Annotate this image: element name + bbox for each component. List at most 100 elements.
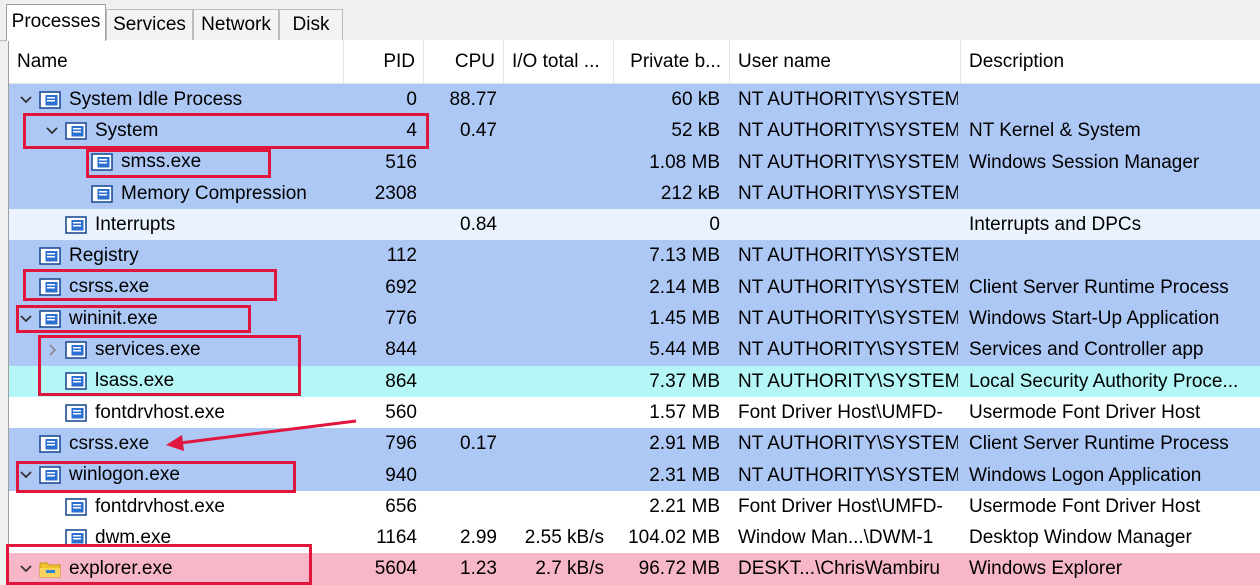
private-bytes-cell: 5.44 MB [649, 339, 720, 361]
cpu-cell: 0.84 [460, 214, 497, 236]
chevron-down-icon[interactable] [19, 312, 33, 326]
description-cell: Client Server Runtime Process [969, 276, 1229, 298]
user-name-cell: NT AUTHORITY\SYSTEM [738, 151, 958, 173]
tab-processes[interactable]: Processes [6, 4, 106, 41]
description-cell: Usermode Font Driver Host [969, 401, 1201, 423]
io-total-cell [504, 84, 604, 115]
table-row[interactable]: Registry 112 7.13 MB NT AUTHORITY\SYSTEM [9, 240, 1260, 272]
process-icon [65, 216, 87, 234]
io-total-cell [504, 147, 604, 178]
process-icon [65, 497, 87, 516]
table-row[interactable]: fontdrvhost.exe 656 2.21 MB Font Driver Hos… [9, 490, 1260, 523]
table-row[interactable]: smss.exe 516 1.08 MB NT AUTHORITY\SYSTEM Win… [9, 146, 1260, 178]
process-name-cell: explorer.exe [19, 553, 173, 584]
column-header-user-name[interactable]: User name [730, 40, 961, 83]
io-total-cell: 2.55 kB/s [524, 527, 604, 549]
user-name-cell: NT AUTHORITY\SYSTEM [738, 89, 958, 110]
private-bytes-cell: 104.02 MB [628, 527, 720, 549]
chevron-down-icon[interactable] [19, 562, 33, 576]
description-cell: Services and Controller app [969, 339, 1204, 361]
chevron-down-icon[interactable] [45, 124, 59, 138]
process-icon [39, 90, 61, 109]
process-icon [91, 184, 113, 203]
cpu-cell [424, 303, 497, 334]
process-name-cell: smss.exe [71, 147, 201, 178]
io-total-cell [504, 115, 604, 146]
pid-cell [344, 209, 417, 240]
private-bytes-cell: 60 kB [671, 89, 720, 110]
column-header-cpu[interactable]: CPU [424, 40, 504, 83]
column-header-description[interactable]: Description [961, 40, 1260, 83]
table-row[interactable]: dwm.exe 1164 2.99 2.55 kB/s 104.02 MB Window … [9, 522, 1260, 554]
description-cell [969, 178, 1257, 209]
description-cell: Usermode Font Driver Host [969, 495, 1201, 517]
table-row[interactable]: explorer.exe 5604 1.23 2.7 kB/s 96.72 MB DESK… [9, 553, 1260, 585]
description-cell: Local Security Authority Proce... [969, 370, 1239, 392]
column-header-name[interactable]: Name [9, 40, 344, 83]
column-header-private-bytes[interactable]: Private b... [614, 40, 730, 83]
process-name: Registry [69, 245, 139, 267]
process-icon [91, 153, 113, 172]
process-name: explorer.exe [69, 558, 173, 580]
io-total-cell [504, 240, 604, 271]
description-cell [969, 240, 1257, 271]
description-cell: NT Kernel & System [969, 120, 1141, 142]
user-name-cell: NT AUTHORITY\SYSTEM [738, 370, 958, 392]
process-icon [39, 247, 61, 265]
table-row[interactable]: Interrupts 0.84 0 Interrupts and DPCs [9, 209, 1260, 241]
description-cell [969, 84, 1257, 115]
private-bytes-cell: 2.91 MB [649, 433, 720, 455]
table-row[interactable]: wininit.exe 776 1.45 MB NT AUTHORITY\SYSTEM… [9, 303, 1260, 335]
table-row[interactable]: System Idle Process 0 88.77 60 kB NT AUTHORI… [9, 84, 1260, 116]
cpu-cell: 88.77 [449, 89, 497, 110]
table-row[interactable]: Memory Compression 2308 212 kB NT AUTHORITY… [9, 177, 1260, 210]
table-row[interactable]: lsass.exe 864 7.37 MB NT AUTHORITY\SYSTEM Lo… [9, 365, 1260, 397]
column-header-io-total[interactable]: I/O total ... [504, 40, 614, 83]
pid-cell: 112 [386, 245, 417, 267]
table-row[interactable]: csrss.exe 796 0.17 2.91 MB NT AUTHORITY\SYST… [9, 428, 1260, 460]
private-bytes-cell: 2.31 MB [649, 464, 720, 486]
process-name: dwm.exe [95, 526, 172, 548]
table-row[interactable]: System 4 0.47 52 kB NT AUTHORITY\SYSTEM NT Ke… [9, 115, 1260, 147]
description-cell: Client Server Runtime Process [969, 433, 1229, 455]
column-header-pid[interactable]: PID [344, 40, 424, 83]
io-total-cell [504, 303, 604, 334]
user-name-cell [738, 209, 958, 240]
process-name-cell: dwm.exe [45, 522, 171, 553]
io-total-cell [504, 178, 604, 209]
tab-network[interactable]: Network [193, 9, 279, 40]
process-name-cell: Registry [19, 240, 139, 271]
cpu-cell [424, 491, 497, 522]
table-row[interactable]: fontdrvhost.exe 560 1.57 MB Font Driver Hos… [9, 396, 1260, 429]
chevron-right-icon[interactable] [45, 343, 59, 357]
tab-services[interactable]: Services [106, 9, 193, 40]
process-name: Memory Compression [121, 182, 307, 204]
table-row[interactable]: csrss.exe 692 2.14 MB NT AUTHORITY\SYSTEM Cl… [9, 271, 1260, 304]
io-total-cell [504, 491, 604, 522]
table-row[interactable]: services.exe 844 5.44 MB NT AUTHORITY\SYSTE… [9, 334, 1260, 366]
process-name-cell: Interrupts [45, 209, 175, 240]
cpu-cell: 0.17 [460, 433, 497, 455]
description-cell: Interrupts and DPCs [969, 214, 1142, 236]
cpu-cell: 0.47 [460, 120, 497, 142]
cpu-cell: 2.99 [460, 527, 497, 549]
tab-disk[interactable]: Disk [279, 9, 343, 40]
table-row[interactable]: winlogon.exe 940 2.31 MB NT AUTHORITY\SYSTE… [9, 459, 1260, 491]
cpu-cell [424, 334, 497, 365]
chevron-down-icon[interactable] [19, 93, 33, 107]
private-bytes-cell: 1.57 MB [649, 401, 720, 423]
process-icon [39, 466, 61, 485]
process-name-cell: System Idle Process [19, 84, 242, 115]
process-name: Interrupts [95, 213, 176, 235]
pid-cell: 692 [385, 276, 417, 298]
process-name: wininit.exe [69, 307, 158, 329]
cpu-cell [424, 147, 497, 178]
pid-cell: 4 [406, 120, 417, 142]
cpu-cell [424, 460, 497, 491]
chevron-down-icon[interactable] [19, 468, 33, 482]
io-total-cell [504, 272, 604, 303]
